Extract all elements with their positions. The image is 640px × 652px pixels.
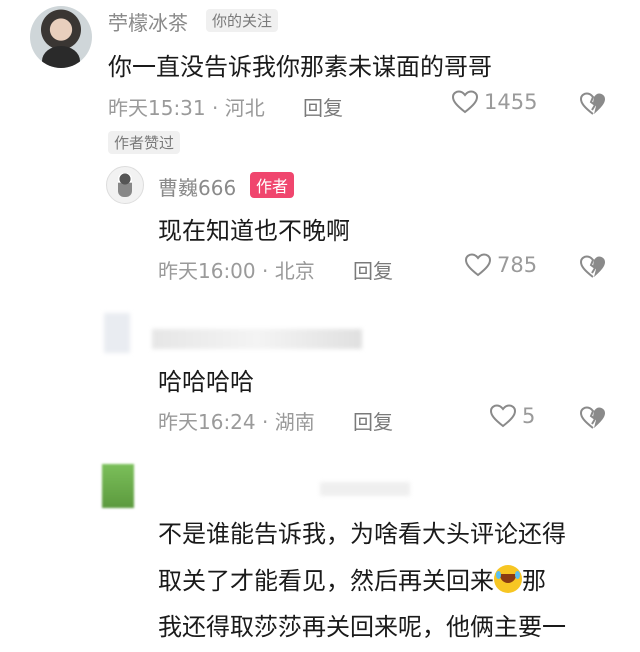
like-count: 1455 [484, 90, 538, 114]
author-liked-tag: 作者赞过 [108, 131, 181, 154]
comment-meta: 昨天16:24 · 湖南 [158, 410, 315, 434]
like-button[interactable]: 1455 [452, 90, 537, 114]
reply-button[interactable]: 回复 [353, 255, 393, 284]
avatar[interactable] [30, 6, 92, 68]
broken-heart-icon[interactable] [580, 92, 606, 116]
avatar[interactable] [102, 464, 134, 508]
author-badge: 作者 [250, 172, 295, 198]
like-button[interactable]: 785 [465, 253, 537, 277]
comment-text-line: 取关了才能看见，然后再关回来那 [158, 565, 546, 595]
comment-meta: 昨天16:00 · 北京 [158, 259, 315, 283]
comment-text: 你一直没告诉我你那素未谋面的哥哥 [108, 53, 492, 81]
avatar[interactable] [104, 313, 130, 353]
reply-item: 不是谁能告诉我，为啥看大头评论还得 取关了才能看见，然后再关回来那 我还得取莎莎… [0, 460, 640, 652]
reply-button[interactable]: 回复 [303, 92, 343, 121]
comment-item: 苧檬冰茶 你的关注 你一直没告诉我你那素未谋面的哥哥 昨天15:31 · 河北 … [0, 0, 640, 160]
comment-text: 哈哈哈哈 [158, 368, 254, 396]
blurred-username [152, 329, 362, 349]
like-count: 5 [522, 404, 536, 428]
username[interactable]: 曹巍666 [158, 172, 236, 201]
comment-text-line: 我还得取莎莎再关回来呢，他俩主要一 [158, 613, 566, 641]
username[interactable]: 苧檬冰茶 [108, 7, 188, 36]
laughing-tears-emoji [494, 565, 522, 593]
heart-icon [465, 253, 491, 277]
comment-text-line: 不是谁能告诉我，为啥看大头评论还得 [158, 520, 566, 548]
blurred-username [320, 482, 410, 496]
like-button[interactable]: 5 [490, 404, 535, 428]
reply-item: 曹巍666 作者 现在知道也不晚啊 昨天16:00 · 北京 回复 785 [0, 160, 640, 300]
comment-meta: 昨天15:31 · 河北 [108, 96, 265, 120]
following-badge: 你的关注 [206, 9, 279, 32]
reply-button[interactable]: 回复 [353, 406, 393, 435]
avatar[interactable] [106, 166, 144, 204]
broken-heart-icon[interactable] [580, 255, 606, 279]
broken-heart-icon[interactable] [580, 406, 606, 430]
heart-icon [452, 90, 478, 114]
heart-icon [490, 404, 516, 428]
comment-text: 现在知道也不晚啊 [158, 217, 350, 245]
like-count: 785 [497, 253, 538, 277]
reply-item: 哈哈哈哈 昨天16:24 · 湖南 回复 5 [0, 305, 640, 445]
